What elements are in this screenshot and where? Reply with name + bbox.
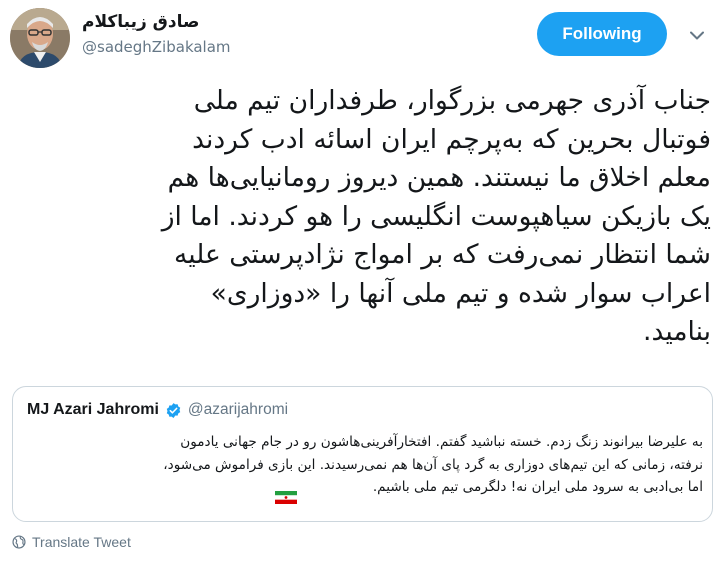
quoted-tweet[interactable]: MJ Azari Jahromi @azarijahromi به علیرضا… xyxy=(12,386,713,522)
chevron-down-icon xyxy=(690,31,704,39)
quoted-tweet-text: به علیرضا بیرانوند زنگ زدم. خسته نباشید … xyxy=(163,434,703,495)
iran-flag-icon xyxy=(275,491,297,504)
translate-label[interactable]: Translate Tweet xyxy=(32,534,131,550)
quoted-author-handle: @azarijahromi xyxy=(187,401,289,418)
author-info: صادق زیباکلام @sadeghZibakalam xyxy=(82,10,282,58)
verified-badge-icon xyxy=(166,402,181,418)
following-button[interactable]: Following xyxy=(537,12,667,56)
avatar[interactable] xyxy=(10,8,70,68)
globe-icon xyxy=(12,535,26,549)
author-display-name[interactable]: صادق زیباکلام xyxy=(82,10,282,34)
quoted-author-name: MJ Azari Jahromi xyxy=(27,401,159,418)
more-options-button[interactable] xyxy=(686,24,708,46)
translate-tweet-link[interactable]: Translate Tweet xyxy=(12,534,131,550)
tweet: صادق زیباکلام @sadeghZibakalam Following… xyxy=(0,0,725,566)
profile-photo-icon xyxy=(10,8,70,68)
tweet-text: جناب آذری جهرمی بزرگوار، طرفداران تیم مل… xyxy=(161,85,711,347)
quoted-tweet-header: MJ Azari Jahromi @azarijahromi xyxy=(27,401,288,419)
author-handle[interactable]: @sadeghZibakalam xyxy=(82,36,282,58)
